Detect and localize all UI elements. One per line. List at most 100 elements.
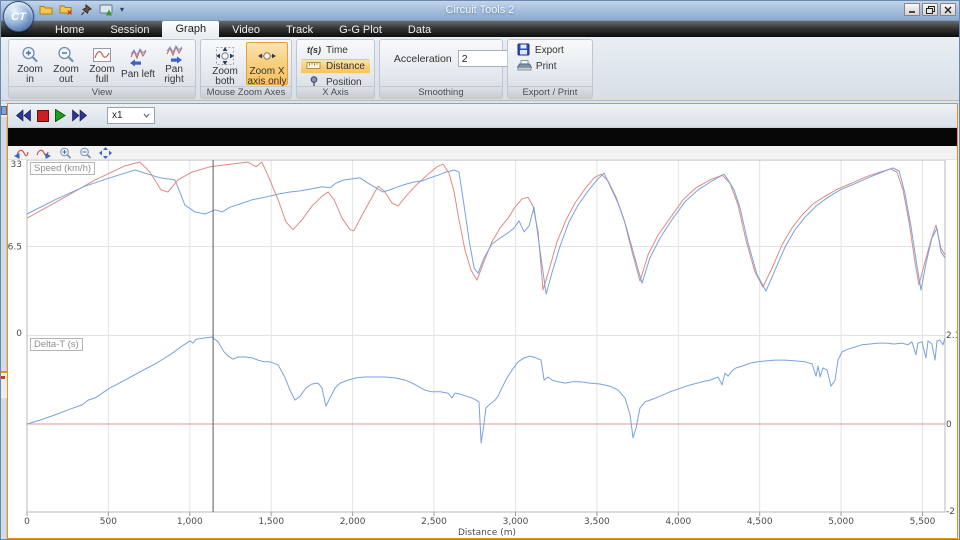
group-label-export-print: Export / Print — [508, 86, 592, 98]
tab-graph[interactable]: Graph — [162, 21, 219, 37]
zoom-in-icon — [20, 45, 40, 65]
x-axis-time-button[interactable]: t(s) Time — [301, 43, 370, 58]
ribbon-group-view: Zoom in Zoom out Zoom full Pan left Pan … — [8, 39, 196, 99]
export-icon — [517, 43, 531, 59]
tab-track[interactable]: Track — [273, 22, 326, 37]
window-controls — [904, 3, 956, 16]
acceleration-input[interactable] — [458, 50, 510, 67]
zoom-full-button[interactable]: Zoom full — [84, 42, 120, 85]
button-label: Zoom out — [49, 65, 83, 85]
zoom-in-button[interactable]: Zoom in — [12, 42, 48, 85]
svg-text:5,000: 5,000 — [828, 517, 854, 527]
print-button[interactable]: Print — [512, 59, 588, 74]
quick-access-toolbar: × ▾ — [38, 2, 124, 17]
button-label: Distance — [326, 61, 365, 72]
fast-forward-button[interactable] — [71, 108, 88, 124]
zoom-next-icon[interactable] — [36, 147, 52, 159]
tab-gg-plot[interactable]: G-G Plot — [326, 22, 395, 37]
tab-data[interactable]: Data — [395, 22, 444, 37]
svg-text:4,500: 4,500 — [747, 517, 773, 527]
close-session-icon[interactable]: × — [58, 2, 75, 17]
svg-text:1,500: 1,500 — [258, 517, 284, 527]
rewind-button[interactable] — [15, 108, 32, 124]
quick-access-caret-icon[interactable]: ▾ — [120, 5, 124, 14]
zoom-fit-icon[interactable] — [99, 147, 112, 159]
ribbon-group-mouse-zoom-axes: Zoom both axes Zoom X axis only Mouse Zo… — [200, 39, 292, 99]
pan-left-button[interactable]: Pan left — [120, 42, 156, 85]
export-button[interactable]: Export — [512, 43, 588, 58]
svg-text:×: × — [67, 7, 72, 16]
button-label: Zoom X axis only — [247, 67, 287, 87]
window-title: Circuit Tools 2 — [0, 4, 960, 16]
speed-series-label: Speed (km/h) — [30, 162, 95, 175]
svg-text:33: 33 — [11, 160, 22, 170]
ribbon-group-smoothing: Acceleration Smoothing — [379, 39, 503, 99]
tab-home[interactable]: Home — [42, 22, 97, 37]
svg-text:500: 500 — [100, 517, 117, 527]
tab-session[interactable]: Session — [97, 22, 162, 37]
zoom-previous-icon[interactable] — [13, 147, 29, 159]
export-video-icon[interactable] — [98, 2, 115, 17]
zoom-both-axes-button[interactable]: Zoom both axes — [204, 42, 246, 85]
time-icon: t(s) — [306, 44, 322, 58]
group-label-mouse-zoom-axes: Mouse Zoom Axes — [201, 86, 291, 98]
app-logo[interactable]: CT — [3, 1, 34, 32]
svg-text:3,000: 3,000 — [503, 517, 529, 527]
zoom-full-icon — [91, 45, 113, 65]
open-session-icon[interactable] — [38, 2, 55, 17]
side-panel-tab[interactable] — [0, 371, 7, 398]
group-label-view: View — [9, 86, 195, 98]
zoom-both-axes-icon — [213, 45, 237, 67]
play-button[interactable] — [54, 108, 66, 124]
pan-right-button[interactable]: Pan right — [156, 42, 192, 85]
delta-series-label: Delta-T (s) — [30, 338, 83, 351]
close-button[interactable] — [940, 3, 956, 16]
zoom-x-axis-only-button[interactable]: Zoom X axis only — [246, 42, 288, 85]
button-label: Pan left — [121, 70, 155, 80]
svg-text:16.5: 16.5 — [8, 243, 22, 253]
ribbon-group-export-print: Export Print Export / Print — [507, 39, 593, 99]
playback-speed-select[interactable]: x1 — [107, 107, 155, 124]
svg-text:0: 0 — [16, 329, 22, 339]
zoom-x-axis-icon — [255, 45, 279, 67]
svg-text:3,500: 3,500 — [584, 517, 610, 527]
chart-mini-toolbar — [8, 146, 957, 160]
zoom-out-button[interactable]: Zoom out — [48, 42, 84, 85]
side-panel-grip[interactable] — [0, 104, 7, 117]
button-label: Zoom full — [85, 65, 119, 85]
ribbon: Zoom in Zoom out Zoom full Pan left Pan … — [0, 37, 960, 101]
svg-text:-2: -2 — [946, 507, 955, 517]
svg-text:2.1: 2.1 — [946, 331, 957, 341]
title-bar: Circuit Tools 2 — [0, 0, 960, 21]
speed-delta-chart[interactable]: 05001,0001,5002,0002,5003,0003,5004,0004… — [8, 160, 957, 538]
svg-text:1,000: 1,000 — [177, 517, 203, 527]
x-axis-distance-button[interactable]: Distance — [301, 59, 370, 74]
distance-icon — [306, 60, 322, 74]
collapsed-side-panel — [0, 103, 7, 539]
stop-button[interactable] — [37, 108, 49, 124]
zoom-in-small-icon[interactable] — [59, 147, 72, 159]
group-label-smoothing: Smoothing — [380, 86, 502, 98]
svg-text:2,000: 2,000 — [340, 517, 366, 527]
zoom-out-small-icon[interactable] — [79, 147, 92, 159]
group-label-x-axis: X Axis — [297, 86, 374, 98]
button-label: Print — [536, 61, 557, 72]
svg-text:2,500: 2,500 — [421, 517, 447, 527]
minimize-button[interactable] — [904, 3, 920, 16]
pan-left-icon — [127, 45, 149, 70]
chart-area[interactable]: 05001,0001,5002,0002,5003,0003,5004,0004… — [8, 160, 957, 538]
tab-video[interactable]: Video — [219, 22, 273, 37]
playback-speed-value: x1 — [112, 110, 123, 121]
pin-icon[interactable] — [78, 2, 95, 17]
ribbon-group-x-axis: t(s) Time Distance Position X Axis — [296, 39, 375, 99]
graph-panel: x1 05001,0001,5002,0002,5003,0003,5004,0… — [7, 103, 958, 539]
print-icon — [517, 59, 532, 75]
svg-text:t(s): t(s) — [307, 45, 321, 55]
playback-toolbar: x1 — [8, 104, 957, 128]
restore-button[interactable] — [922, 3, 938, 16]
zoom-out-icon — [56, 45, 76, 65]
button-label: Pan right — [157, 65, 191, 85]
svg-text:0: 0 — [24, 517, 30, 527]
chevron-down-icon — [143, 113, 150, 118]
button-label: Zoom in — [13, 65, 47, 85]
